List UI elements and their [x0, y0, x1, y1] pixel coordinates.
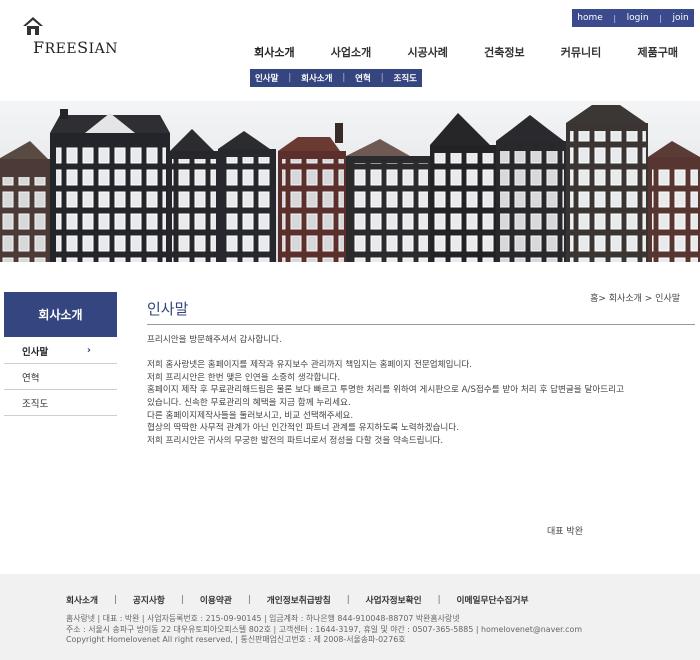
subnav-company[interactable]: 회사소개 — [301, 72, 332, 84]
divider: | — [247, 594, 251, 605]
main-nav: 회사소개 사업소개 시공사례 건축정보 커뮤니티 제품구매 — [236, 44, 696, 60]
nav-item-community[interactable]: 커뮤니티 — [543, 44, 620, 60]
login-link[interactable]: login — [627, 13, 649, 23]
divider: | — [342, 73, 346, 83]
nav-item-company[interactable]: 회사소개 — [236, 44, 313, 60]
hero-banner — [0, 101, 700, 262]
house-icon — [23, 17, 43, 35]
subnav-greeting[interactable]: 인사말 — [255, 72, 278, 84]
ceo-signature: 대표 박완 — [547, 527, 583, 537]
nav-item-building-info[interactable]: 건축정보 — [466, 44, 543, 60]
divider: | — [437, 594, 441, 605]
side-item-greeting[interactable]: 인사말 › — [4, 338, 117, 364]
nav-item-cases[interactable]: 시공사례 — [389, 44, 466, 60]
page-title: 인사말 — [147, 300, 189, 318]
footer-link-email-policy[interactable]: 이메일무단수집거부 — [457, 593, 529, 606]
side-item-organization[interactable]: 조직도 — [4, 390, 117, 416]
company-info-line: 주소 : 서울시 송파구 방이동 22 대우유토피아오피스텔 802호 | 고객… — [66, 624, 583, 634]
divider: | — [659, 13, 662, 23]
side-item-label: 연혁 — [22, 372, 40, 384]
divider: | — [613, 13, 617, 23]
company-info: 홈사랑넷 | 대표 : 박완 | 사업자등록번호 : 215-09-90145 … — [66, 614, 582, 646]
side-item-label: 조직도 — [22, 398, 49, 410]
company-info-line: 홈사랑넷 | 대표 : 박완 | 사업자등록번호 : 215-09-90145 … — [66, 614, 460, 623]
site-logo[interactable]: FREESIAN — [22, 16, 117, 57]
utility-nav: home | login | join — [572, 9, 694, 27]
paragraph-line: 협상의 딱딱한 사무적 관계가 아닌 인간적인 파트너 관계를 유지하도록 노력… — [147, 423, 459, 434]
paragraph-line: 다른 홈페이지제작사들을 둘러보시고, 비교 선택해주세요. — [147, 410, 354, 421]
divider: | — [113, 594, 117, 605]
paragraph-line: 저희 홈사랑넷은 홈페이지를 제작과 유지보수 관리까지 책임지는 홈페이지 전… — [147, 360, 473, 371]
breadcrumb: 홈> 회사소개 > 인사말 — [590, 294, 680, 304]
divider: | — [288, 73, 292, 83]
logo-wordmark: FREESIAN — [33, 38, 118, 57]
greeting-line: 프리시안을 방문해주셔서 감사합니다. — [147, 335, 282, 345]
footer: 회사소개 | 공지사항 | 이용약관 | 개인정보취급방침 | 사업자정보확인 … — [0, 574, 700, 660]
nav-item-shop[interactable]: 제품구매 — [619, 44, 696, 60]
subnav-history[interactable]: 연혁 — [355, 72, 371, 84]
subnav-organization[interactable]: 조직도 — [394, 72, 417, 84]
nav-item-business[interactable]: 사업소개 — [313, 44, 390, 60]
footer-link-privacy[interactable]: 개인정보취급방침 — [267, 593, 331, 606]
footer-link-business-info[interactable]: 사업자정보확인 — [366, 593, 422, 606]
home-link[interactable]: home — [577, 13, 603, 23]
chevron-right-icon: › — [86, 345, 91, 356]
footer-link-company[interactable]: 회사소개 — [66, 593, 98, 606]
footer-link-terms[interactable]: 이용약관 — [200, 593, 232, 606]
side-item-history[interactable]: 연혁 — [4, 364, 117, 390]
copyright: Copyright Homelovenet All right reserved… — [66, 635, 406, 644]
sub-nav: 인사말 | 회사소개 | 연혁 | 조직도 — [250, 69, 422, 87]
divider: | — [180, 594, 184, 605]
side-item-label: 인사말 — [22, 346, 49, 358]
paragraph-line: 저희 프리시안은 귀사의 무궁한 발전의 파트너로서 정성을 다할 것을 약속드… — [147, 435, 444, 446]
paragraph-line: 있습니다. 신속한 무료관리의 혜택을 지금 함께 누리세요. — [147, 397, 351, 408]
side-menu: 인사말 › 연혁 조직도 — [4, 338, 117, 416]
divider: | — [380, 73, 384, 83]
canal-houses-image — [0, 101, 700, 262]
join-link[interactable]: join — [672, 13, 688, 23]
paragraph-line: 저희 프리시안은 한번 맺은 인연을 소중히 생각합니다. — [147, 372, 341, 383]
side-menu-title: 회사소개 — [4, 292, 117, 337]
divider — [147, 324, 695, 325]
paragraph-line: 홈페이지 제작 후 무료관리해드림은 물론 보다 빠르고 투명한 처리를 위하여… — [147, 385, 624, 396]
divider: | — [346, 594, 350, 605]
greeting-message: 프리시안을 방문해주셔서 감사합니다. 저희 홈사랑넷은 홈페이지를 제작과 유… — [147, 334, 695, 447]
footer-links: 회사소개 | 공지사항 | 이용약관 | 개인정보취급방침 | 사업자정보확인 … — [66, 593, 529, 607]
footer-link-notice[interactable]: 공지사항 — [133, 593, 165, 606]
